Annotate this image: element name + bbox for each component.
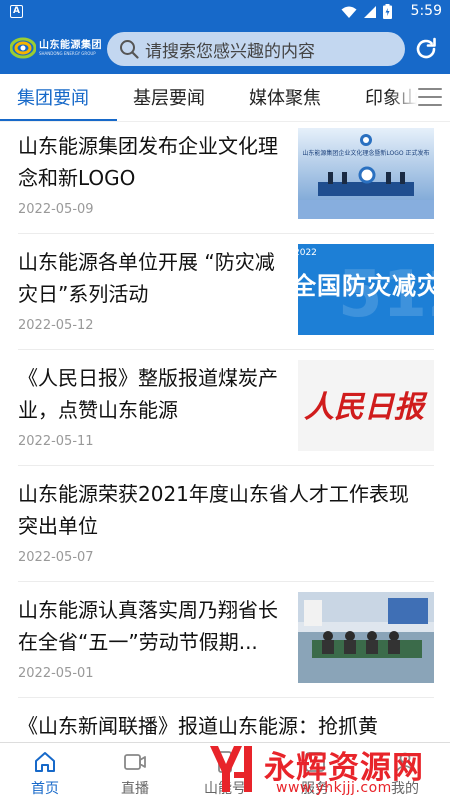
logo-mark-icon xyxy=(10,37,36,59)
signal-icon xyxy=(364,5,376,18)
tab-group-news[interactable]: 集团要闻 xyxy=(17,84,89,110)
status-bar: A 5:59 xyxy=(0,0,450,24)
nav-home-label: 首页 xyxy=(31,781,59,797)
news-date: 2022-05-01 xyxy=(18,666,94,681)
news-item[interactable]: 山东能源集团发布企业文化理念和新LOGO 2022-05-09 山东能源集团企业… xyxy=(18,122,434,234)
news-thumbnail xyxy=(298,592,434,683)
status-time: 5:59 xyxy=(410,3,442,19)
app-header: 山东能源集团 SHANDONG ENERGY GROUP 请搜索您感兴趣的内容 xyxy=(0,24,450,74)
news-thumbnail: 人民日报 xyxy=(298,360,434,451)
logo-text-en: SHANDONG ENERGY GROUP xyxy=(39,50,96,56)
search-icon xyxy=(120,40,139,59)
thumbnail-year: 2022 xyxy=(298,248,317,258)
search-bar[interactable]: 请搜索您感兴趣的内容 xyxy=(107,32,405,66)
news-item[interactable]: 山东能源荣获2021年度山东省人才工作表现突出单位 2022-05-07 xyxy=(18,466,434,582)
menu-icon[interactable] xyxy=(418,88,442,108)
news-title: 山东能源集团发布企业文化理念和新LOGO xyxy=(18,134,278,190)
refresh-icon[interactable] xyxy=(413,36,439,62)
notification-icon: A xyxy=(10,5,23,18)
tab-grassroots-news[interactable]: 基层要闻 xyxy=(133,84,205,110)
search-placeholder: 请搜索您感兴趣的内容 xyxy=(145,41,315,62)
thumbnail-number: 512 xyxy=(338,258,434,332)
news-date: 2022-05-12 xyxy=(18,318,94,333)
news-date: 2022-05-07 xyxy=(18,550,94,565)
nav-live[interactable]: 直播 xyxy=(90,743,180,800)
news-thumbnail: 山东能源集团企业文化理念暨新LOGO 正式发布 xyxy=(298,128,434,219)
home-icon xyxy=(35,752,55,772)
thumbnail-caption: 山东能源集团企业文化理念暨新LOGO 正式发布 xyxy=(302,150,430,157)
nav-live-label: 直播 xyxy=(121,781,149,797)
tab-media-focus[interactable]: 媒体聚焦 xyxy=(249,84,321,110)
category-tabs: 集团要闻 基层要闻 媒体聚焦 印象山 xyxy=(0,74,450,122)
video-icon xyxy=(124,754,146,770)
watermark-url: www.yhkjjj.com xyxy=(276,780,392,796)
nav-home[interactable]: 首页 xyxy=(0,743,90,800)
news-date: 2022-05-09 xyxy=(18,202,94,217)
news-item[interactable]: 山东能源各单位开展 “防灾减灾日”系列活动 2022-05-12 2022 全国… xyxy=(18,234,434,350)
watermark-logo-icon xyxy=(210,746,252,792)
news-title: 山东能源认真落实周乃翔省长在全省“五一”劳动节假期... xyxy=(18,598,278,654)
thumbnail-caption: 人民日报 xyxy=(304,390,424,425)
news-title: 山东能源荣获2021年度山东省人才工作表现突出单位 xyxy=(18,482,409,538)
wifi-icon xyxy=(341,6,357,18)
news-title: 《人民日报》整版报道煤炭产业，点赞山东能源 xyxy=(18,366,278,422)
brand-logo[interactable]: 山东能源集团 SHANDONG ENERGY GROUP xyxy=(10,37,102,59)
news-item[interactable]: 山东能源认真落实周乃翔省长在全省“五一”劳动节假期... 2022-05-01 xyxy=(18,582,434,698)
logo-text-cn: 山东能源集团 xyxy=(39,39,102,51)
news-title: 山东能源各单位开展 “防灾减灾日”系列活动 xyxy=(18,250,275,306)
news-item[interactable]: 《人民日报》整版报道煤炭产业，点赞山东能源 2022-05-11 人民日报 xyxy=(18,350,434,466)
battery-icon xyxy=(383,4,392,19)
news-date: 2022-05-11 xyxy=(18,434,94,449)
watermark: 永辉资源网 www.yhkjjj.com xyxy=(198,738,450,800)
news-item[interactable]: 《山东新闻联播》报道山东能源：抢抓黄 xyxy=(18,698,434,742)
news-thumbnail: 2022 全国防灾减灾日 512 xyxy=(298,244,434,335)
